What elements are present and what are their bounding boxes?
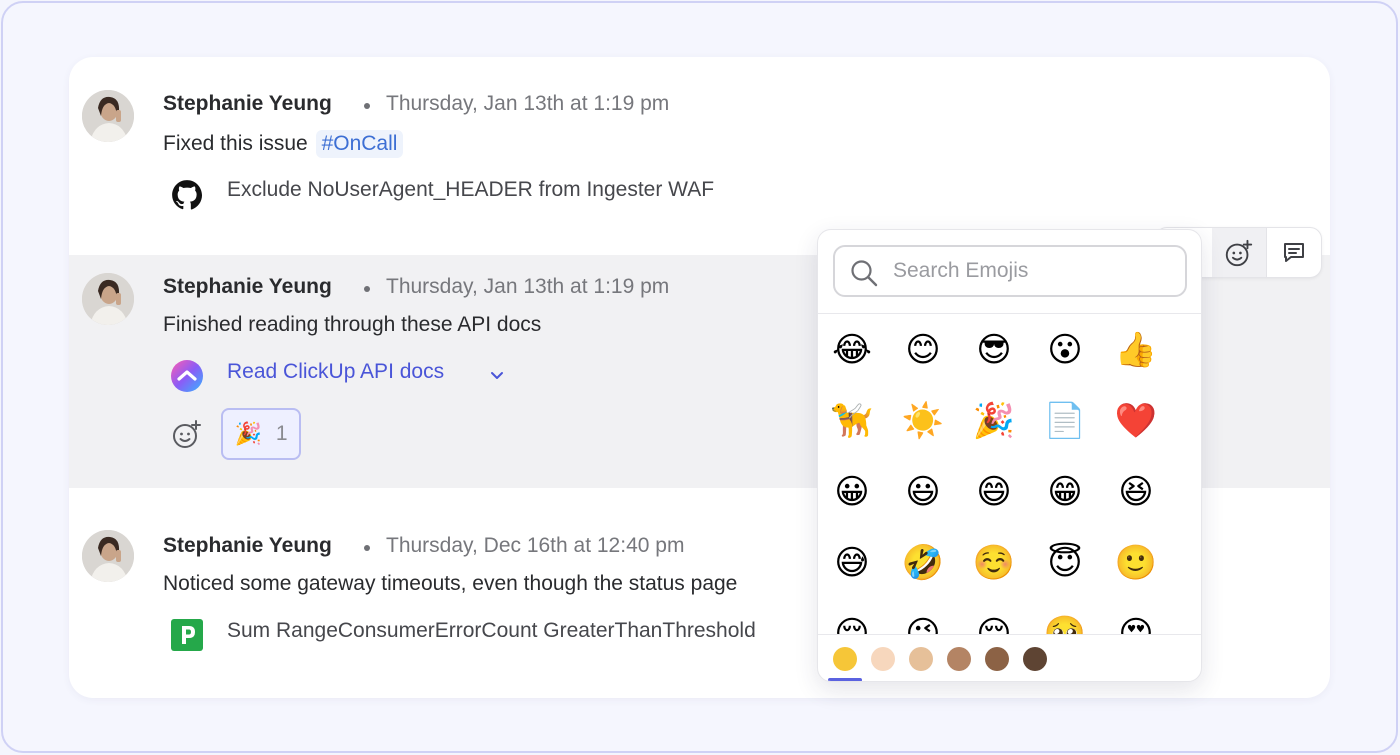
emoji-option[interactable]: ☀️ — [898, 396, 948, 446]
party-popper-icon: 🎉 — [234, 421, 262, 446]
clickup-icon — [170, 359, 204, 393]
emoji-option[interactable]: 😁 — [1040, 467, 1090, 517]
picker-divider — [818, 634, 1201, 635]
reply-button[interactable] — [1267, 228, 1321, 277]
separator-dot — [364, 545, 370, 551]
avatar[interactable] — [82, 90, 134, 142]
emoji-search-input[interactable] — [893, 257, 1173, 285]
author-name[interactable]: Stephanie Yeung — [163, 275, 332, 299]
skin-tone-option[interactable] — [947, 647, 971, 671]
emoji-grid: 😂 😊 😎 😮 👍 🦮 ☀️ 🎉 📄 ❤️ 😀 😃 😄 😁 😆 😅 🤣 ☺️ 😇 🙂 😌 😉 😌 🥺 😍 — [818, 314, 1201, 634]
chevron-down-icon[interactable] — [487, 365, 507, 390]
emoji-option[interactable]: 😀 — [827, 467, 877, 517]
timestamp: Thursday, Dec 16th at 12:40 pm — [386, 534, 685, 557]
author-name[interactable]: Stephanie Yeung — [163, 534, 332, 558]
timestamp: Thursday, Jan 13th at 1:19 pm — [386, 275, 670, 298]
message-text: Finished reading through these API docs — [163, 313, 542, 336]
message-1: Stephanie Yeung Thursday, Jan 13th at 1:… — [69, 57, 1330, 255]
attachment-title[interactable]: Exclude NoUserAgent_HEADER from Ingester… — [227, 178, 714, 202]
comment-icon — [1284, 242, 1304, 262]
emoji-option[interactable]: 😅 — [827, 538, 877, 588]
skin-tone-option[interactable] — [909, 647, 933, 671]
separator-dot — [364, 286, 370, 292]
skin-tone-option[interactable] — [871, 647, 895, 671]
emoji-option[interactable]: 😉 — [898, 609, 948, 634]
emoji-option[interactable]: 👍 — [1111, 325, 1161, 375]
add-reaction-icon[interactable] — [170, 417, 204, 451]
emoji-option[interactable]: 🎉 — [969, 396, 1019, 446]
emoji-option[interactable]: 🤣 — [898, 538, 948, 588]
task-link[interactable]: Read ClickUp API docs — [227, 360, 444, 384]
emoji-option[interactable]: 😃 — [898, 467, 948, 517]
skin-tone-option[interactable] — [985, 647, 1009, 671]
github-icon — [170, 178, 204, 212]
emoji-search[interactable] — [833, 245, 1187, 297]
reaction-count: 1 — [275, 422, 288, 445]
avatar[interactable] — [82, 273, 134, 325]
pagerduty-icon — [171, 619, 203, 651]
emoji-option[interactable]: 😌 — [969, 609, 1019, 634]
emoji-option[interactable]: 😎 — [969, 325, 1019, 375]
skin-tone-option[interactable] — [1023, 647, 1047, 671]
message-text: Noticed some gateway timeouts, even thou… — [163, 572, 738, 595]
emoji-option[interactable]: ❤️ — [1111, 396, 1161, 446]
add-reaction-icon — [1225, 239, 1253, 266]
emoji-option[interactable]: 🙂 — [1111, 538, 1161, 588]
emoji-option[interactable]: 😂 — [827, 325, 877, 375]
emoji-option[interactable]: 😄 — [969, 467, 1019, 517]
emoji-option[interactable]: 😮 — [1040, 325, 1090, 375]
selected-tone-indicator — [828, 678, 862, 681]
emoji-option[interactable]: 😇 — [1040, 538, 1090, 588]
hashtag[interactable]: #OnCall — [315, 130, 404, 158]
avatar[interactable] — [82, 530, 134, 582]
emoji-option[interactable]: 😆 — [1111, 467, 1161, 517]
message-body: Fixed this issue — [163, 132, 308, 155]
emoji-option[interactable]: 📄 — [1040, 396, 1090, 446]
emoji-option[interactable]: ☺️ — [969, 538, 1019, 588]
message-text: Fixed this issue #OnCall — [163, 130, 404, 158]
add-reaction-button[interactable] — [1212, 228, 1266, 277]
alert-title[interactable]: Sum RangeConsumerErrorCount GreaterThanT… — [227, 619, 756, 643]
skin-tone-option[interactable] — [833, 647, 857, 671]
emoji-option[interactable]: 😌 — [827, 609, 877, 634]
search-icon — [849, 258, 879, 293]
emoji-option[interactable]: 😍 — [1111, 609, 1161, 634]
separator-dot — [364, 103, 370, 109]
timestamp: Thursday, Jan 13th at 1:19 pm — [386, 92, 670, 115]
reaction-chip[interactable]: 🎉 1 — [221, 408, 301, 460]
emoji-option[interactable]: 😊 — [898, 325, 948, 375]
emoji-picker: 😂 😊 😎 😮 👍 🦮 ☀️ 🎉 📄 ❤️ 😀 😃 😄 😁 😆 😅 🤣 ☺️ 😇 🙂 😌 😉 😌 🥺 😍 — [817, 229, 1202, 682]
emoji-option[interactable]: 🦮 — [827, 396, 877, 446]
author-name[interactable]: Stephanie Yeung — [163, 92, 332, 116]
emoji-option[interactable]: 🥺 — [1040, 609, 1090, 634]
